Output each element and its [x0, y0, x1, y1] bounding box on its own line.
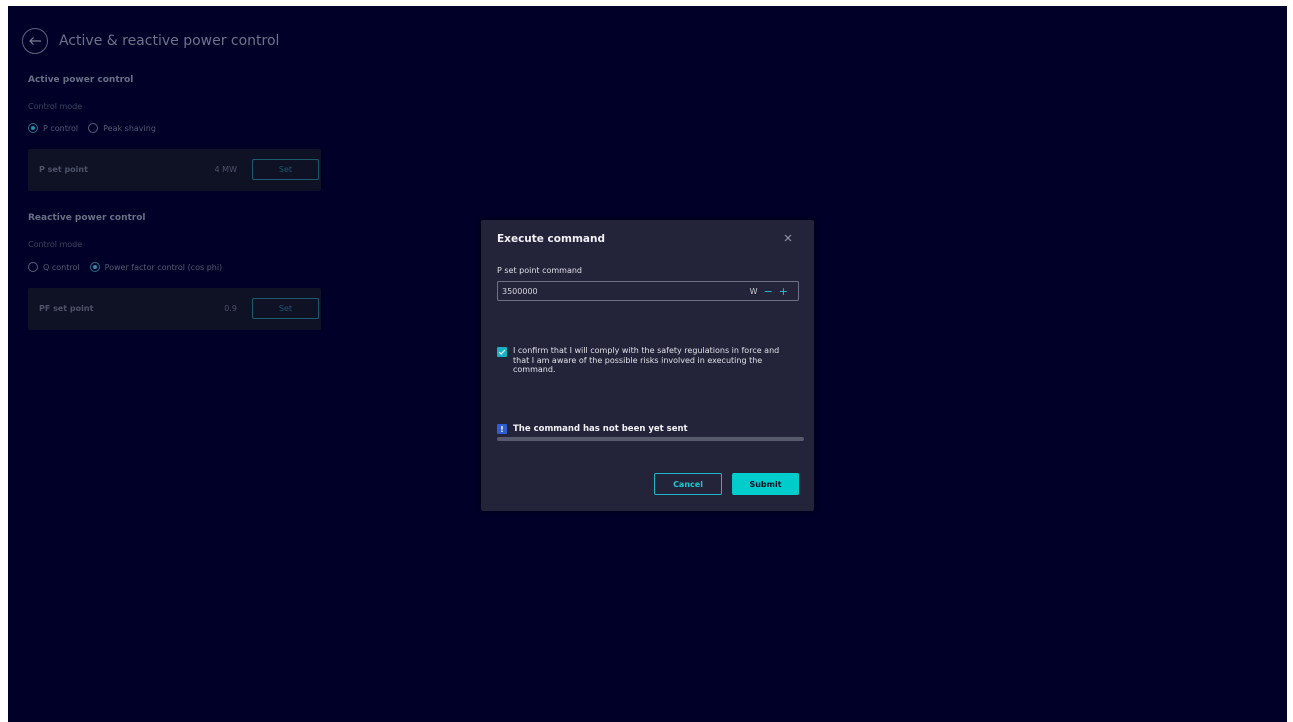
close-icon[interactable]: [782, 232, 794, 244]
command-progress-bar: [497, 437, 804, 441]
increment-button[interactable]: +: [779, 286, 788, 297]
radio-power-factor-control[interactable]: [89, 262, 100, 272]
status-text: The command has not been yet sent: [513, 424, 688, 434]
submit-button[interactable]: Submit: [732, 473, 799, 495]
pf-setpoint-label: PF set point: [39, 304, 94, 313]
app-window: Active & reactive power control Active p…: [8, 6, 1287, 722]
pf-setpoint-card: PF set point 0.9 Set: [28, 288, 321, 330]
radio-p-control[interactable]: [28, 123, 38, 133]
p-setpoint-set-button[interactable]: Set: [252, 159, 319, 180]
decrement-button[interactable]: −: [764, 286, 773, 297]
cancel-button[interactable]: Cancel: [654, 473, 722, 495]
p-setpoint-card: P set point 4 MW Set: [28, 149, 321, 191]
execute-command-dialog: Execute command P set point command 3500…: [481, 220, 814, 511]
active-power-section-title: Active power control: [28, 75, 134, 85]
reactive-power-section-title: Reactive power control: [28, 213, 146, 223]
reactive-power-mode-radios: Q control Power factor control (cos phi): [28, 262, 232, 272]
radio-label-q-control: Q control: [43, 262, 80, 272]
arrow-left-icon: [29, 37, 41, 45]
exclamation-icon: !: [497, 424, 507, 434]
page-title: Active & reactive power control: [59, 33, 280, 49]
page-header: Active & reactive power control: [22, 28, 279, 54]
setpoint-command-input[interactable]: 3500000 W − +: [497, 281, 799, 301]
confirm-checkbox[interactable]: [497, 347, 507, 357]
p-setpoint-value: 4 MW: [214, 165, 237, 174]
radio-label-peak-shaving: Peak shaving: [103, 123, 156, 133]
radio-label-p-control: P control: [43, 123, 79, 133]
unit-label: W: [749, 286, 758, 296]
setpoint-command-value[interactable]: 3500000: [502, 287, 750, 296]
p-setpoint-label: P set point: [39, 165, 88, 174]
pf-setpoint-value: 0.9: [224, 304, 237, 313]
pf-setpoint-set-button[interactable]: Set: [252, 298, 319, 319]
active-power-mode-radios: P control Peak shaving: [28, 123, 166, 133]
confirm-text: I confirm that I will comply with the sa…: [513, 346, 780, 374]
safety-confirmation: I confirm that I will comply with the sa…: [497, 346, 797, 375]
command-status: ! The command has not been yet sent: [497, 424, 688, 434]
back-button[interactable]: [22, 28, 48, 54]
radio-q-control[interactable]: [28, 262, 38, 272]
dialog-title: Execute command: [497, 233, 605, 245]
active-power-mode-label: Control mode: [28, 102, 83, 111]
reactive-power-mode-label: Control mode: [28, 240, 83, 249]
radio-peak-shaving[interactable]: [88, 123, 99, 133]
radio-label-power-factor-control: Power factor control (cos phi): [104, 262, 223, 272]
setpoint-command-label: P set point command: [497, 266, 583, 275]
checkmark-icon: [498, 349, 506, 355]
